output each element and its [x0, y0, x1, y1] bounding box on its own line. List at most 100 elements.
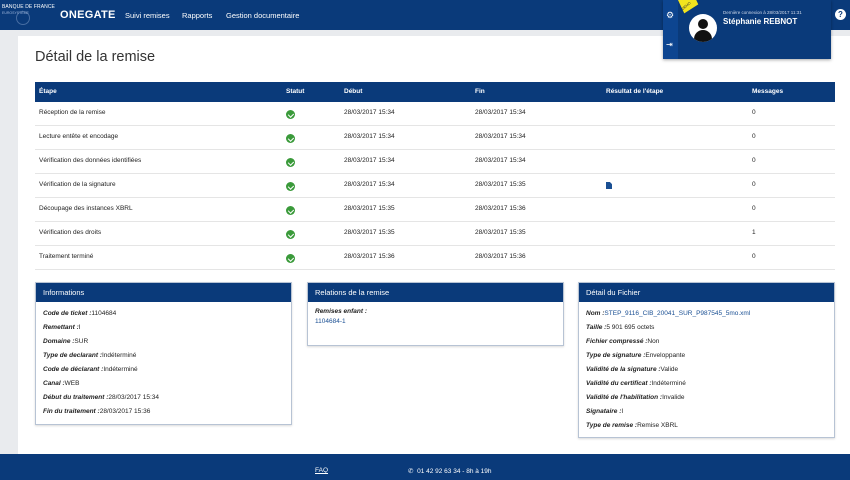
step-messages: 0 [752, 133, 756, 140]
step-name: Vérification des droits [39, 229, 102, 236]
check-icon [286, 182, 295, 191]
bank-logo[interactable]: BANQUE DE FRANCE EUROSYSTÈME [2, 4, 55, 28]
informations-title: Informations [36, 283, 291, 302]
gear-icon[interactable]: ⚙ [666, 10, 674, 21]
app-brand[interactable]: ONEGATE [60, 9, 116, 21]
logo-line1: BANQUE DE FRANCE [2, 4, 55, 10]
col-debut: Début [344, 88, 363, 95]
user-panel: ⚙ ⇥ DEMO Dernière connexion à 28/03/2017… [663, 0, 831, 59]
info-field: Début du traitement :28/03/2017 15:34 [43, 394, 159, 401]
step-end: 28/03/2017 15:34 [475, 133, 526, 140]
col-messages: Messages [752, 88, 784, 95]
table-row[interactable]: Découpage des instances XBRL 28/03/2017 … [35, 198, 835, 222]
step-name: Découpage des instances XBRL [39, 205, 133, 212]
col-fin: Fin [475, 88, 485, 95]
logout-icon[interactable]: ⇥ [666, 40, 673, 49]
info-field: Code de ticket :1104684 [43, 310, 117, 317]
relations-card: Relations de la remise Remises enfant : … [307, 282, 564, 346]
table-row[interactable]: Réception de la remise 28/03/2017 15:34 … [35, 102, 835, 126]
step-messages: 0 [752, 253, 756, 260]
step-name: Réception de la remise [39, 109, 106, 116]
avatar-body [694, 30, 712, 42]
step-end: 28/03/2017 15:35 [475, 181, 526, 188]
info-field: Domaine :SUR [43, 338, 89, 345]
main-content: Détail de la remise Étape Statut Début F… [18, 36, 850, 454]
step-end: 28/03/2017 15:36 [475, 253, 526, 260]
step-messages: 0 [752, 109, 756, 116]
step-messages: 0 [752, 181, 756, 188]
phone-icon: ✆ [408, 468, 414, 475]
table-row[interactable]: Vérification des données identifiées 28/… [35, 150, 835, 174]
help-icon[interactable]: ? [835, 9, 846, 20]
info-field: Fin du traitement :28/03/2017 15:36 [43, 408, 151, 415]
check-icon [286, 134, 295, 143]
file-field: Validité de la signature :Valide [586, 366, 679, 373]
step-messages: 1 [752, 229, 756, 236]
informations-card: Informations Code de ticket :1104684 Rem… [35, 282, 292, 425]
file-field: Taille :5 901 695 octets [586, 324, 655, 331]
file-icon[interactable] [606, 182, 612, 189]
nav-gestion-documentaire[interactable]: Gestion documentaire [226, 11, 299, 20]
step-start: 28/03/2017 15:34 [344, 157, 395, 164]
file-field: Type de remise :Remise XBRL [586, 422, 678, 429]
step-start: 28/03/2017 15:35 [344, 205, 395, 212]
table-row[interactable]: Traitement terminé 28/03/2017 15:36 28/0… [35, 246, 835, 270]
check-icon [286, 230, 295, 239]
step-messages: 0 [752, 157, 756, 164]
fichier-card: Détail du Fichier Nom :STEP_9116_CIB_200… [578, 282, 835, 438]
step-end: 28/03/2017 15:36 [475, 205, 526, 212]
fichier-title: Détail du Fichier [579, 283, 834, 302]
check-icon [286, 110, 295, 119]
file-field: Nom :STEP_9116_CIB_20041_SUR_P987545_5mo… [586, 310, 751, 317]
table-header: Étape Statut Début Fin Résultat de l'éta… [35, 82, 835, 102]
col-etape: Étape [39, 88, 57, 95]
info-field: Remettant :I [43, 324, 81, 331]
step-end: 28/03/2017 15:35 [475, 229, 526, 236]
step-name: Traitement terminé [39, 253, 94, 260]
user-side-bar: ⚙ ⇥ [663, 0, 678, 59]
phone-text: 01 42 92 63 34 - 8h à 19h [417, 468, 492, 475]
emblem-icon [16, 11, 30, 25]
child-remise-link[interactable]: 1104684-1 [315, 317, 556, 327]
step-start: 28/03/2017 15:34 [344, 133, 395, 140]
step-name: Lecture entête et encodage [39, 133, 119, 140]
file-field: Type de signature :Enveloppante [586, 352, 686, 359]
check-icon [286, 254, 295, 263]
phone-info: ✆ 01 42 92 63 34 - 8h à 19h [408, 467, 492, 475]
steps-table: Étape Statut Début Fin Résultat de l'éta… [35, 82, 835, 270]
step-start: 28/03/2017 15:34 [344, 109, 395, 116]
nav-suivi-remises[interactable]: Suivi remises [125, 11, 170, 20]
file-name-link[interactable]: STEP_9116_CIB_20041_SUR_P987545_5mo.xml [604, 310, 750, 317]
col-resultat: Résultat de l'étape [606, 88, 664, 95]
info-field: Canal :WEB [43, 380, 80, 387]
file-field: Signataire :I [586, 408, 624, 415]
avatar [689, 14, 717, 42]
avatar-head [698, 19, 708, 29]
nav-rapports[interactable]: Rapports [182, 11, 212, 20]
check-icon [286, 158, 295, 167]
table-row[interactable]: Lecture entête et encodage 28/03/2017 15… [35, 126, 835, 150]
step-start: 28/03/2017 15:35 [344, 229, 395, 236]
step-end: 28/03/2017 15:34 [475, 157, 526, 164]
step-start: 28/03/2017 15:34 [344, 181, 395, 188]
check-icon [286, 206, 295, 215]
page-title: Détail de la remise [35, 49, 156, 65]
user-name: Stéphanie REBNOT [723, 17, 798, 26]
step-start: 28/03/2017 15:36 [344, 253, 395, 260]
file-field: Validité de l'habilitation :Invalide [586, 394, 685, 401]
table-row[interactable]: Vérification des droits 28/03/2017 15:35… [35, 222, 835, 246]
last-login: Dernière connexion à 28/03/2017 11:31 [723, 10, 802, 15]
relations-label: Remises enfant : [315, 308, 368, 315]
file-field: Validité du certificat :Indéterminé [586, 380, 686, 387]
step-name: Vérification des données identifiées [39, 157, 142, 164]
relations-title: Relations de la remise [308, 283, 563, 302]
info-field: Type de declarant :Indéterminé [43, 352, 137, 359]
step-end: 28/03/2017 15:34 [475, 109, 526, 116]
faq-link[interactable]: FAQ [315, 467, 328, 474]
step-name: Vérification de la signature [39, 181, 116, 188]
table-row[interactable]: Vérification de la signature 28/03/2017 … [35, 174, 835, 198]
info-field: Code de déclarant :Indéterminé [43, 366, 138, 373]
file-field: Fichier compressé :Non [586, 338, 660, 345]
col-statut: Statut [286, 88, 305, 95]
step-messages: 0 [752, 205, 756, 212]
